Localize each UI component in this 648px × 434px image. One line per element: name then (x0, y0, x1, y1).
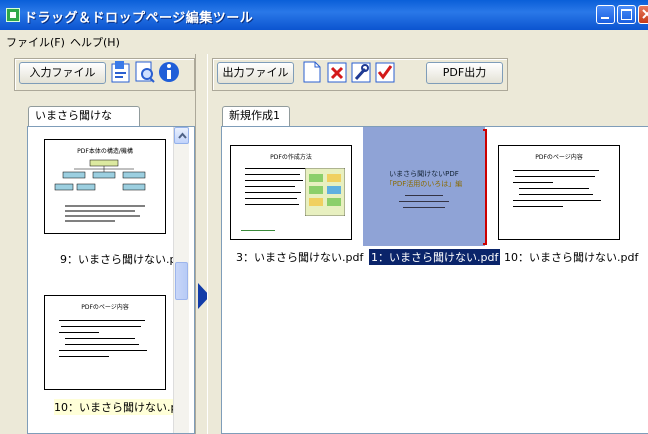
new-page-icon[interactable] (301, 60, 323, 84)
title-bar[interactable]: ドラッグ＆ドロップページ編集ツール (0, 0, 648, 30)
thumbnail-caption: 10：いまさら聞けない.pdf (504, 251, 639, 264)
output-thumbnail[interactable]: PDFの作成方法 (230, 145, 352, 240)
thumbnail-caption: 3：いまさら聞けない.pdf (236, 251, 364, 264)
app-window: ドラッグ＆ドロップページ編集ツール ファイル(F) ヘルプ(H) 入力ファイル … (0, 0, 648, 434)
menu-file[interactable]: ファイル(F) (6, 34, 65, 50)
output-file-button[interactable]: 出力ファイル (217, 62, 294, 84)
maximize-button[interactable] (617, 5, 636, 24)
info-icon[interactable] (158, 60, 180, 84)
output-thumbnail[interactable]: PDFのページ内容 (498, 145, 620, 240)
thumbnail-caption: 10：いまさら聞けない.pdf (54, 399, 189, 415)
output-panel: 出力ファイル PDF出力 新規作成1 PDFの作成方法 3：いまさら聞けない.p… (207, 54, 648, 434)
pdf-output-button[interactable]: PDF出力 (426, 62, 503, 84)
input-thumbnail-list: PDF本体の構造/機構 9：いまさら聞けない.pdf PDFのページ内容 10：… (27, 126, 195, 434)
scroll-up-arrow[interactable] (174, 127, 189, 144)
check-icon[interactable] (374, 60, 396, 84)
insert-position-marker (483, 129, 487, 245)
vertical-scrollbar[interactable] (173, 127, 189, 433)
output-thumbnail-list: PDFの作成方法 3：いまさら聞けない.pdf いまさら聞けないPDF 「PDF… (221, 126, 648, 434)
input-file-button[interactable]: 入力ファイル (19, 62, 106, 84)
menu-help[interactable]: ヘルプ(H) (70, 34, 120, 50)
menu-bar: ファイル(F) ヘルプ(H) (0, 30, 648, 50)
output-thumbnail-selected[interactable]: いまさら聞けないPDF 「PDF活用のいろは」編 (363, 127, 485, 246)
chevron-up-icon (178, 132, 187, 139)
minimize-button[interactable] (596, 5, 615, 24)
close-button[interactable] (638, 5, 648, 24)
table-figure (305, 168, 345, 216)
input-thumbnail[interactable]: PDFのページ内容 (44, 295, 166, 390)
close-icon (642, 9, 648, 19)
input-thumbnail[interactable]: PDF本体の構造/機構 (44, 139, 166, 234)
tool-icon[interactable] (350, 60, 372, 84)
window-title: ドラッグ＆ドロップページ編集ツール (24, 11, 254, 26)
thumbnail-caption-selected: 1：いまさら聞けない.pdf (369, 249, 501, 265)
preview-icon[interactable] (134, 60, 156, 84)
delete-icon[interactable] (326, 60, 348, 84)
input-panel: 入力ファイル いまさら聞けない.pdf PDF本体の構造/機構 (6, 54, 196, 434)
tab-input-file[interactable]: いまさら聞けない.pdf (28, 106, 140, 140)
scroll-thumb[interactable] (175, 262, 188, 300)
diagram-figure (54, 159, 146, 222)
thumbnail-caption: 9：いまさら聞けない.pdf (60, 253, 188, 266)
open-file-icon[interactable] (110, 60, 132, 84)
tab-new-document[interactable]: 新規作成1 (222, 106, 290, 126)
app-icon (6, 8, 20, 22)
